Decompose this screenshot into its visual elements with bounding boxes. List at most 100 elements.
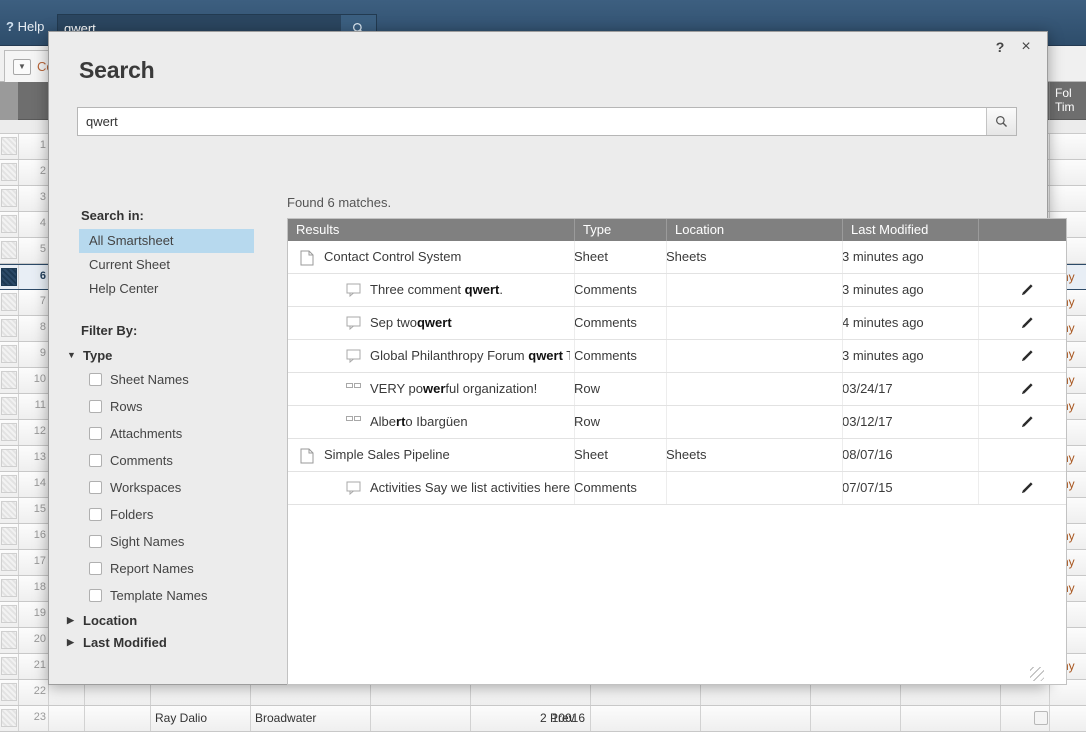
edit-row-button[interactable] [1018, 281, 1036, 299]
title-prefix: Albe [370, 414, 396, 429]
results-row[interactable]: Activities Say we list activities here.C… [288, 472, 1066, 505]
grid-column-follow-time[interactable]: FolTim [1049, 82, 1086, 120]
row-selector-cell[interactable] [1, 683, 17, 701]
row-selector-cell[interactable] [1, 215, 17, 233]
search-scope-item-help-center[interactable]: Help Center [79, 277, 254, 301]
filter-group-last-modified[interactable]: ▶ Last Modified [67, 631, 254, 653]
row-selector-cell[interactable] [1, 397, 17, 415]
results-name-cell[interactable]: Simple Sales Pipeline [324, 439, 570, 472]
results-row[interactable]: Three comment qwert.Comments3 minutes ag… [288, 274, 1066, 307]
results-name-cell[interactable]: Global Philanthropy Forum qwert Th [370, 340, 570, 373]
results-name-cell[interactable]: Three comment qwert. [370, 274, 570, 307]
results-row[interactable]: VERY powerful organization!Row03/24/17 [288, 373, 1066, 406]
checkbox-icon[interactable] [89, 400, 102, 413]
search-scope-item-current-sheet[interactable]: Current Sheet [79, 253, 254, 277]
edit-row-button[interactable] [1018, 314, 1036, 332]
filter-label: Template Names [110, 588, 208, 603]
filter-checkbox-rows[interactable]: Rows [79, 393, 254, 420]
checkbox-icon[interactable] [89, 373, 102, 386]
edit-row-button[interactable] [1018, 479, 1036, 497]
results-modified-cell: 03/12/17 [842, 414, 893, 429]
row-selector-cell[interactable] [1, 319, 17, 337]
row-selector-cell[interactable] [1, 449, 17, 467]
row-selector-cell[interactable] [1, 657, 17, 675]
checkbox-icon[interactable] [89, 454, 102, 467]
checkbox-icon[interactable] [89, 535, 102, 548]
row-checkbox[interactable] [1034, 711, 1048, 725]
row-selector-cell[interactable] [1, 709, 17, 727]
row-selector-cell[interactable] [1, 241, 17, 259]
results-column-header[interactable]: Last Modified [842, 219, 978, 241]
search-input[interactable] [78, 108, 988, 135]
row-number: 13 [20, 451, 46, 463]
results-name-cell[interactable]: Contact Control System [324, 241, 570, 274]
grid-cell[interactable]: Ray Dalio [155, 711, 245, 725]
results-column-divider [666, 472, 667, 504]
results-name-cell[interactable]: Activities Say we list activities here. [370, 472, 570, 505]
search-submit-button[interactable] [986, 108, 1016, 135]
row-selector-cell[interactable] [1, 163, 17, 181]
row-selector-cell[interactable] [1, 579, 17, 597]
results-name-cell[interactable]: VERY powerful organization! [370, 373, 570, 406]
filter-checkbox-folders[interactable]: Folders [79, 501, 254, 528]
filter-checkbox-attachments[interactable]: Attachments [79, 420, 254, 447]
row-icon [346, 382, 362, 390]
row-selector-cell[interactable] [1, 501, 17, 519]
results-column-header[interactable] [978, 219, 1067, 241]
checkbox-icon[interactable] [89, 589, 102, 602]
chevron-down-icon[interactable]: ▼ [13, 59, 31, 75]
row-selector-cell[interactable] [1, 631, 17, 649]
dialog-help-icon[interactable]: ? [991, 38, 1009, 56]
results-row[interactable]: Global Philanthropy Forum qwert ThCommen… [288, 340, 1066, 373]
row-selector-cell[interactable] [1, 189, 17, 207]
search-scope-item-all-smartsheet[interactable]: All Smartsheet [79, 229, 254, 253]
results-column-header[interactable]: Results [288, 219, 574, 241]
edit-row-button[interactable] [1018, 413, 1036, 431]
filter-group-type[interactable]: ▼ Type [67, 344, 254, 366]
grid-cell[interactable]: Broadwater [255, 711, 365, 725]
checkbox-icon[interactable] [89, 508, 102, 521]
results-column-header[interactable]: Location [666, 219, 842, 241]
close-icon[interactable]: × [1017, 38, 1035, 56]
checkbox-icon[interactable] [89, 427, 102, 440]
row-selector-cell[interactable] [1, 527, 17, 545]
results-name-cell[interactable]: Sep twoqwert [370, 307, 570, 340]
edit-row-button[interactable] [1018, 380, 1036, 398]
help-link[interactable]: ? Help [6, 19, 44, 34]
row-selector-cell[interactable] [1, 423, 17, 441]
filter-checkbox-sight-names[interactable]: Sight Names [79, 528, 254, 555]
filter-checkbox-workspaces[interactable]: Workspaces [79, 474, 254, 501]
filter-checkbox-template-names[interactable]: Template Names [79, 582, 254, 609]
row-selector-cell[interactable] [1, 371, 17, 389]
row-selector-cell[interactable] [1, 345, 17, 363]
row-selector-cell[interactable] [1, 475, 17, 493]
checkbox-icon[interactable] [89, 562, 102, 575]
grid-select-all-corner[interactable] [0, 82, 18, 120]
grid-column-divider [18, 524, 19, 549]
grid-row[interactable]: 23Ray DalioBroadwater100162 Prev [0, 706, 1086, 732]
results-name-cell[interactable]: Alberto Ibargüen [370, 406, 570, 439]
row-number: 10 [20, 373, 46, 385]
row-selector-cell[interactable] [1, 268, 17, 286]
dialog-search-box[interactable] [77, 107, 1017, 136]
results-column-header[interactable]: Type [574, 219, 666, 241]
results-row[interactable]: Sep twoqwertComments4 minutes ago [288, 307, 1066, 340]
row-selector-cell[interactable] [1, 553, 17, 571]
grid-column-divider [18, 420, 19, 445]
filter-checkbox-comments[interactable]: Comments [79, 447, 254, 474]
checkbox-icon[interactable] [89, 481, 102, 494]
title-suffix: Th [563, 348, 570, 363]
filter-group-location[interactable]: ▶ Location [67, 609, 254, 631]
results-row[interactable]: Contact Control SystemSheetSheets3 minut… [288, 241, 1066, 274]
results-row[interactable]: Alberto Ibargüen Row 03/12/17 [288, 406, 1066, 439]
grid-cell[interactable]: 2 Prev [540, 711, 590, 725]
row-selector-cell[interactable] [1, 137, 17, 155]
row-selector-cell[interactable] [1, 293, 17, 311]
results-type-cell: Row [574, 414, 600, 429]
filter-checkbox-sheet-names[interactable]: Sheet Names [79, 366, 254, 393]
edit-row-button[interactable] [1018, 347, 1036, 365]
results-row[interactable]: Simple Sales PipelineSheetSheets08/07/16 [288, 439, 1066, 472]
filter-checkbox-report-names[interactable]: Report Names [79, 555, 254, 582]
row-selector-cell[interactable] [1, 605, 17, 623]
resize-grip-icon[interactable] [1030, 667, 1044, 681]
